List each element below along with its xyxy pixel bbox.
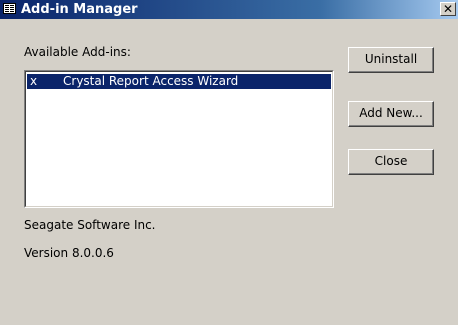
title-bar: Add-in Manager ✕	[0, 0, 458, 19]
close-icon[interactable]: ✕	[440, 2, 456, 16]
loaded-mark: x	[30, 74, 38, 88]
uninstall-button[interactable]: Uninstall	[348, 47, 434, 73]
window-title: Add-in Manager	[21, 2, 138, 17]
available-addins-label: Available Add-ins:	[24, 45, 131, 59]
listbox-frame: x Crystal Report Access Wizard	[25, 71, 333, 207]
vendor-name: Seagate Software Inc.	[24, 218, 156, 232]
addins-listbox[interactable]: x Crystal Report Access Wizard	[24, 70, 334, 208]
list-item[interactable]: x Crystal Report Access Wizard	[27, 74, 331, 89]
app-icon[interactable]	[3, 3, 16, 14]
add-new-button[interactable]: Add New...	[348, 101, 434, 127]
addin-name: Crystal Report Access Wizard	[63, 74, 239, 88]
close-button[interactable]: Close	[348, 149, 434, 175]
version-text: Version 8.0.0.6	[24, 246, 114, 260]
